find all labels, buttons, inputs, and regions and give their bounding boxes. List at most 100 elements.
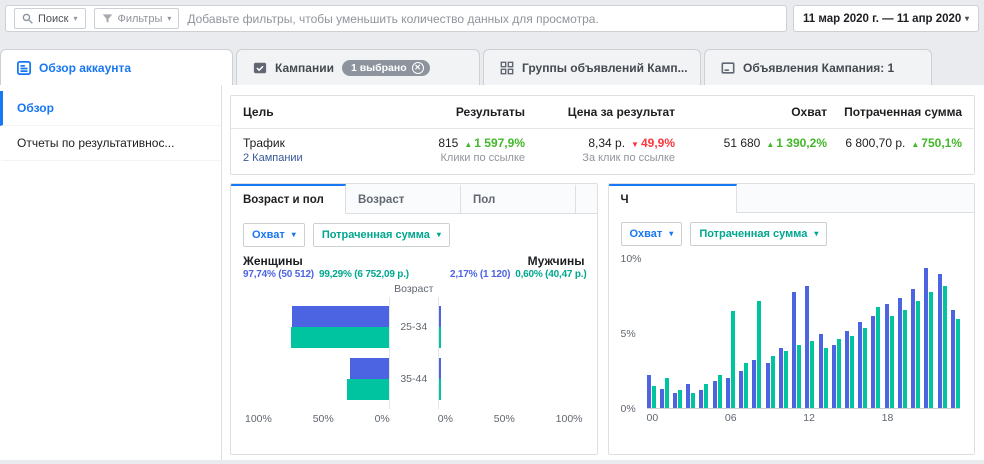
main-panel: Цель Результаты Цена за результат Охват …: [222, 85, 984, 460]
tab-account-overview[interactable]: Обзор аккаунта: [0, 49, 233, 85]
campaigns-link[interactable]: 2 Кампании: [243, 152, 303, 164]
demographics-controls: Охват ▾ Потраченная сумма ▾: [231, 214, 597, 252]
hour-bar-group: [818, 259, 828, 408]
age-axis-title: Возраст: [394, 283, 434, 295]
hour-bar-group: [871, 259, 881, 408]
hours-chart: 10% 5% 0%: [609, 251, 975, 415]
tab-ads[interactable]: Объявления Кампания: 1: [704, 49, 932, 85]
axis-tick: 50%: [312, 413, 334, 425]
hour-bar-group: [845, 259, 855, 408]
hour-tick-label: [751, 412, 764, 424]
hour-bar-group: [752, 259, 762, 408]
hour-spend-bar: [955, 318, 960, 408]
hour-bar-group: [778, 259, 788, 408]
tab-hours[interactable]: Ч: [608, 184, 737, 213]
hour-tick-label: [673, 412, 686, 424]
hour-reach-bar: [672, 393, 677, 408]
spend-cell: 6 800,70 р. ▲ 750,1%: [827, 129, 962, 174]
delta-up-icon: ▲: [464, 140, 473, 149]
hour-tick-label: 06: [724, 412, 737, 424]
hour-bar-group: [924, 259, 934, 408]
hour-bar-group: [725, 259, 735, 408]
hour-spend-bar: [823, 348, 828, 408]
spend-metric-dropdown[interactable]: Потраченная сумма ▾: [690, 222, 828, 246]
results-cell: 815 ▲ 1 597,9% Клики по ссылке: [413, 129, 525, 174]
axis-spacer: [390, 413, 438, 425]
summary-table: Цель Результаты Цена за результат Охват …: [230, 95, 975, 175]
date-range-selector[interactable]: 11 мар 2020 г. — 11 апр 2020 ▾: [793, 5, 979, 32]
age-chart-labels: 25-34 35-44: [390, 297, 438, 409]
age-tick-label: 35-44: [400, 373, 428, 385]
hour-reach-bar: [950, 309, 955, 408]
hour-bar-group: [937, 259, 947, 408]
filter-bar[interactable]: Поиск ▾ Фильтры ▾ Добавьте фильтры, чтоб…: [5, 5, 787, 32]
search-button[interactable]: Поиск ▾: [14, 8, 86, 29]
hour-bar-group: [884, 259, 894, 408]
hour-reach-bar: [752, 360, 757, 408]
reach-metric-dropdown[interactable]: Охват ▾: [620, 222, 683, 246]
content-area: Обзор Отчеты по результативнос... Цель Р…: [0, 85, 984, 460]
tab-label: Обзор аккаунта: [39, 60, 132, 75]
tab-campaigns[interactable]: Кампании 1 выбрано ✕: [236, 49, 480, 85]
sidebar-item-label: Отчеты по результативнос...: [17, 136, 175, 150]
hour-reach-bar: [765, 363, 770, 408]
sidebar-item-label: Обзор: [17, 101, 54, 115]
tab-ad-sets[interactable]: Группы объявлений Камп...: [483, 49, 701, 85]
filters-button[interactable]: Фильтры ▾: [93, 8, 180, 29]
age-chart-men: [437, 297, 583, 409]
date-range-label: 11 мар 2020 г. — 11 апр 2020: [803, 12, 962, 25]
column-header-results: Результаты: [455, 105, 525, 119]
tab-age-gender[interactable]: Возраст и пол: [231, 184, 346, 214]
close-icon[interactable]: ✕: [411, 61, 424, 74]
dropdown-label: Охват: [629, 228, 663, 240]
women-reach-bar: [292, 306, 389, 327]
filters-button-label: Фильтры: [117, 12, 163, 25]
axis-tick: 5%: [620, 328, 636, 340]
hours-y-axis: 10% 5% 0%: [619, 253, 647, 415]
women-spend-stat: 99,29% (6 752,09 р.): [318, 269, 409, 280]
women-bar-group: [245, 305, 389, 349]
hour-bar-group: [911, 259, 921, 408]
hour-spend-bar: [929, 291, 934, 408]
men-axis-ticks: 0% 50% 100%: [438, 413, 583, 425]
selected-count-badge[interactable]: 1 выбрано ✕: [341, 59, 430, 76]
campaigns-icon: [253, 61, 267, 75]
spend-metric-dropdown[interactable]: Потраченная сумма ▾: [312, 223, 450, 247]
table-row: Трафик 2 Кампании 815 ▲ 1 597,9% Клики по …: [231, 129, 974, 174]
chevron-down-icon: ▾: [73, 13, 78, 23]
hour-tick-label: 18: [881, 412, 894, 424]
tab-strip-filler: [576, 184, 597, 213]
hour-bar-group: [699, 259, 709, 408]
hour-bar-group: [646, 259, 656, 408]
account-overview-icon: [17, 60, 31, 75]
hour-spend-bar: [850, 336, 855, 408]
sidebar-item-overview[interactable]: Обзор: [0, 91, 221, 126]
hour-reach-bar: [871, 315, 876, 408]
hours-card: Ч Охват ▾ Потраченная сумма ▾ 10% 5% 0% …: [607, 183, 975, 455]
axis-tick: 50%: [493, 413, 515, 425]
hour-bar-group: [792, 259, 802, 408]
axis-tick: 100%: [555, 413, 583, 425]
tab-gender[interactable]: Пол: [461, 184, 576, 213]
hour-spend-bar: [863, 327, 868, 408]
axis-tick: 0%: [437, 413, 453, 425]
chevron-down-icon: ▾: [814, 229, 819, 238]
cost-delta: 49,9%: [640, 136, 675, 150]
reach-metric-dropdown[interactable]: Охват ▾: [243, 223, 305, 247]
column-header-reach: Охват: [791, 105, 827, 119]
sidebar-item-reports[interactable]: Отчеты по результативнос...: [0, 126, 221, 161]
hour-spend-bar: [704, 384, 709, 408]
age-tick-label: 25-34: [400, 321, 428, 333]
women-spend-bar: [347, 379, 389, 400]
women-label: Женщины: [243, 254, 303, 268]
hour-spend-bar: [770, 355, 775, 408]
tab-age[interactable]: Возраст: [346, 184, 461, 213]
axis-tick: 0%: [620, 403, 636, 415]
hour-reach-bar: [897, 297, 902, 408]
charts-row: Возраст и пол Возраст Пол Охват ▾ Потрач…: [230, 183, 975, 455]
chevron-down-icon: ▾: [436, 230, 441, 239]
chevron-down-icon: ▾: [167, 13, 172, 23]
hour-spend-bar: [664, 378, 669, 408]
column-header-cost: Цена за результат: [567, 105, 675, 119]
hours-x-axis: 00 06 12 18: [647, 412, 961, 424]
